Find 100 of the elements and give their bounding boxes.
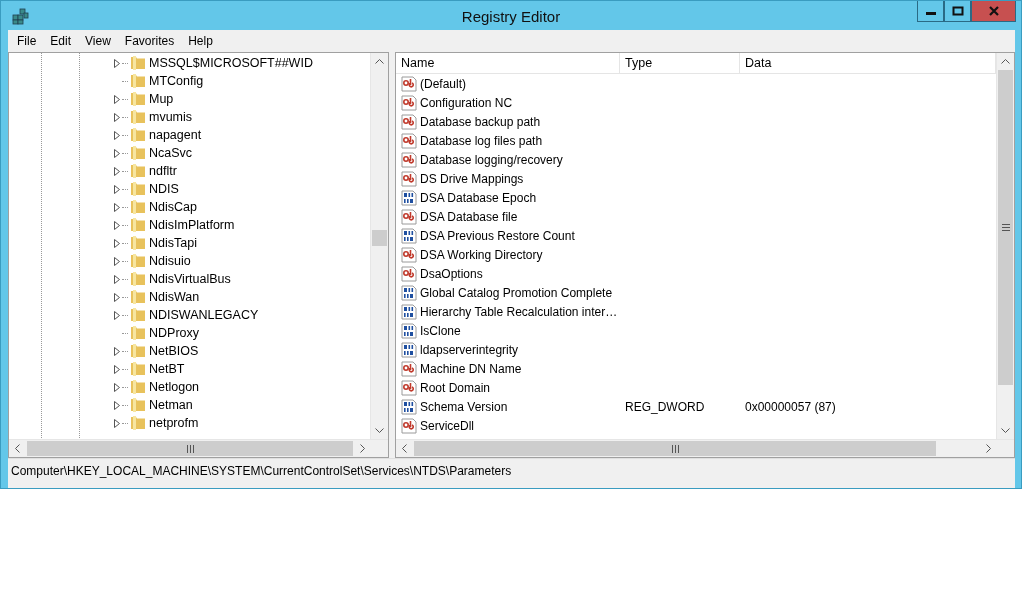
window-title: Registry Editor — [461, 8, 561, 25]
scroll-thumb[interactable] — [372, 230, 387, 246]
value-name[interactable]: Database logging/recovery — [420, 152, 563, 167]
folder-icon — [130, 163, 146, 179]
tree-item[interactable]: ndfltr — [149, 164, 177, 178]
tree-item[interactable]: Mup — [149, 92, 174, 106]
tree-item[interactable]: MTConfig — [149, 74, 204, 88]
value-name[interactable]: DSA Database file — [420, 209, 518, 224]
folder-icon — [130, 109, 146, 125]
scroll-down-icon[interactable] — [375, 428, 384, 433]
folder-icon — [130, 235, 146, 251]
tree-item[interactable]: NdisTapi — [149, 236, 197, 250]
horizontal-scrollbar[interactable] — [9, 439, 388, 457]
expand-arrow-icon[interactable] — [114, 94, 120, 104]
menu-item[interactable]: Favorites — [117, 34, 182, 48]
tree-item[interactable]: Ndisuio — [149, 254, 191, 268]
menu-item[interactable]: View — [78, 34, 118, 48]
expand-arrow-icon[interactable] — [114, 292, 120, 302]
column-header[interactable]: Type — [620, 53, 740, 73]
value-name[interactable]: Database backup path — [420, 114, 541, 129]
expand-arrow-icon[interactable] — [114, 202, 120, 212]
value-type: REG_DWORD — [625, 399, 705, 414]
scroll-down-icon[interactable] — [1001, 428, 1010, 433]
value-name[interactable]: Root Domain — [420, 380, 491, 395]
scroll-up-icon[interactable] — [1001, 59, 1010, 64]
menu-item[interactable]: Edit — [43, 34, 79, 48]
tree-item[interactable]: NdisCap — [149, 200, 197, 214]
horizontal-scrollbar[interactable] — [396, 439, 1014, 457]
value-name[interactable]: ldapserverintegrity — [420, 342, 519, 357]
tree-item[interactable]: NdisImPlatform — [149, 218, 235, 232]
menu-item[interactable]: Help — [181, 34, 220, 48]
vertical-scrollbar[interactable] — [996, 53, 1014, 439]
grip-icon — [671, 444, 679, 453]
tree-item[interactable]: NDProxy — [149, 326, 199, 340]
scroll-thumb[interactable] — [414, 441, 936, 456]
expand-arrow-icon[interactable] — [114, 364, 120, 374]
tree-item[interactable]: NDISWANLEGACY — [149, 308, 259, 322]
expand-arrow-icon[interactable] — [114, 274, 120, 284]
scroll-right-icon[interactable] — [360, 444, 365, 453]
expand-arrow-icon[interactable] — [114, 166, 120, 176]
folder-icon — [130, 415, 146, 431]
scroll-left-icon[interactable] — [15, 444, 20, 453]
expand-arrow-icon[interactable] — [114, 346, 120, 356]
expand-arrow-icon[interactable] — [114, 130, 120, 140]
tree-item[interactable]: netprofm — [149, 416, 199, 430]
value-name[interactable]: IsClone — [420, 323, 461, 338]
tree-item[interactable]: MSSQL$MICROSOFT##WID — [149, 56, 313, 70]
close-button[interactable] — [971, 1, 1016, 22]
tree-item[interactable]: NetBIOS — [149, 344, 199, 358]
value-name[interactable]: (Default) — [420, 76, 466, 91]
folder-icon — [130, 271, 146, 287]
expand-arrow-icon[interactable] — [114, 220, 120, 230]
value-name[interactable]: DSA Previous Restore Count — [420, 228, 575, 243]
value-name[interactable]: Database log files path — [420, 133, 543, 148]
tree-item[interactable]: NetBT — [149, 362, 185, 376]
folder-icon — [130, 379, 146, 395]
expand-arrow-icon[interactable] — [114, 382, 120, 392]
scroll-thumb[interactable] — [998, 70, 1013, 385]
folder-icon — [130, 253, 146, 269]
tree-item[interactable]: NdisVirtualBus — [149, 272, 231, 286]
folder-icon — [130, 397, 146, 413]
value-name[interactable]: DSA Working Directory — [420, 247, 543, 262]
value-name[interactable]: DSA Database Epoch — [420, 190, 537, 205]
folder-icon — [130, 181, 146, 197]
expand-arrow-icon[interactable] — [114, 58, 120, 68]
tree-item[interactable]: NdisWan — [149, 290, 200, 304]
value-name[interactable]: ServiceDll — [420, 418, 474, 433]
value-name[interactable]: Machine DN Name — [420, 361, 522, 376]
menu-item[interactable]: File — [10, 34, 44, 48]
value-name[interactable]: DsaOptions — [420, 266, 483, 281]
folder-icon — [130, 361, 146, 377]
expand-arrow-icon[interactable] — [114, 400, 120, 410]
value-name[interactable]: Hierarchy Table Recalculation inter… — [420, 304, 618, 319]
scroll-up-icon[interactable] — [375, 59, 384, 64]
expand-arrow-icon[interactable] — [114, 184, 120, 194]
expand-arrow-icon[interactable] — [114, 256, 120, 266]
column-header[interactable]: Name — [396, 53, 620, 73]
expand-arrow-icon[interactable] — [114, 148, 120, 158]
expand-arrow-icon[interactable] — [114, 112, 120, 122]
value-name[interactable]: Global Catalog Promotion Complete — [420, 285, 613, 300]
expand-arrow-icon[interactable] — [114, 310, 120, 320]
maximize-icon — [951, 6, 964, 16]
expand-arrow-icon[interactable] — [114, 238, 120, 248]
value-name[interactable]: Configuration NC — [420, 95, 513, 110]
expand-arrow-icon[interactable] — [114, 418, 120, 428]
tree-item[interactable]: NDIS — [149, 182, 179, 196]
vertical-scrollbar[interactable] — [370, 53, 388, 439]
tree-item[interactable]: mvumis — [149, 110, 193, 124]
tree-item[interactable]: Netman — [149, 398, 193, 412]
folder-icon — [130, 127, 146, 143]
value-name[interactable]: Schema Version — [420, 399, 508, 414]
scroll-right-icon[interactable] — [986, 444, 991, 453]
value-name[interactable]: DS Drive Mappings — [420, 171, 524, 186]
tree-item[interactable]: napagent — [149, 128, 202, 142]
minimize-button[interactable] — [917, 1, 944, 22]
maximize-button[interactable] — [944, 1, 971, 22]
scroll-left-icon[interactable] — [402, 444, 407, 453]
tree-item[interactable]: NcaSvc — [149, 146, 193, 160]
scroll-thumb[interactable] — [27, 441, 353, 456]
tree-item[interactable]: Netlogon — [149, 380, 200, 394]
